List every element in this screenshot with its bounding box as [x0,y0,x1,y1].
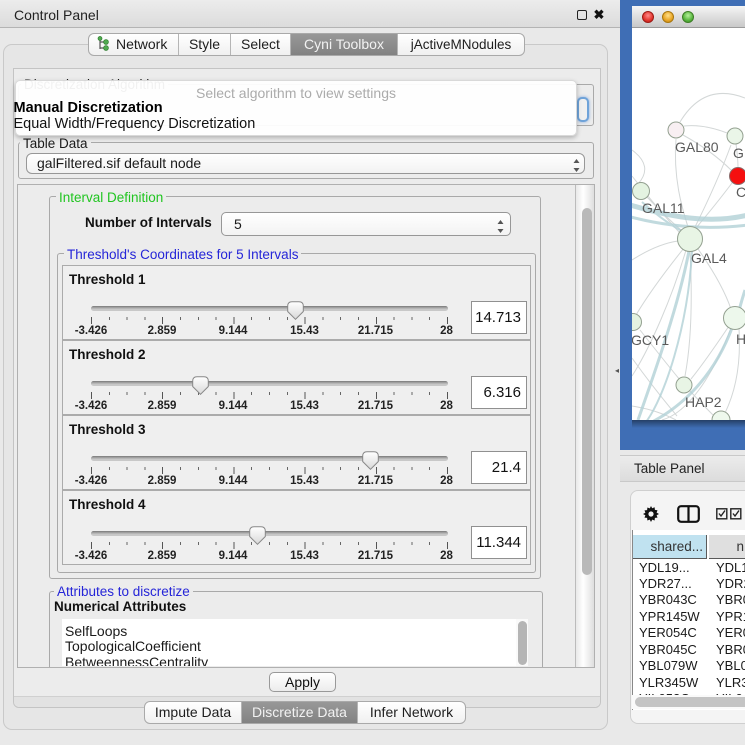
svg-text:C: C [736,184,745,200]
svg-text:GAL4: GAL4 [691,250,727,266]
svg-text:GAL80: GAL80 [675,139,719,155]
svg-text:G.: G. [733,145,745,161]
svg-text:GCY1: GCY1 [632,332,669,348]
svg-text:H: H [736,331,745,347]
svg-text:GAL11: GAL11 [642,200,685,216]
svg-text:HAP2: HAP2 [685,394,722,410]
